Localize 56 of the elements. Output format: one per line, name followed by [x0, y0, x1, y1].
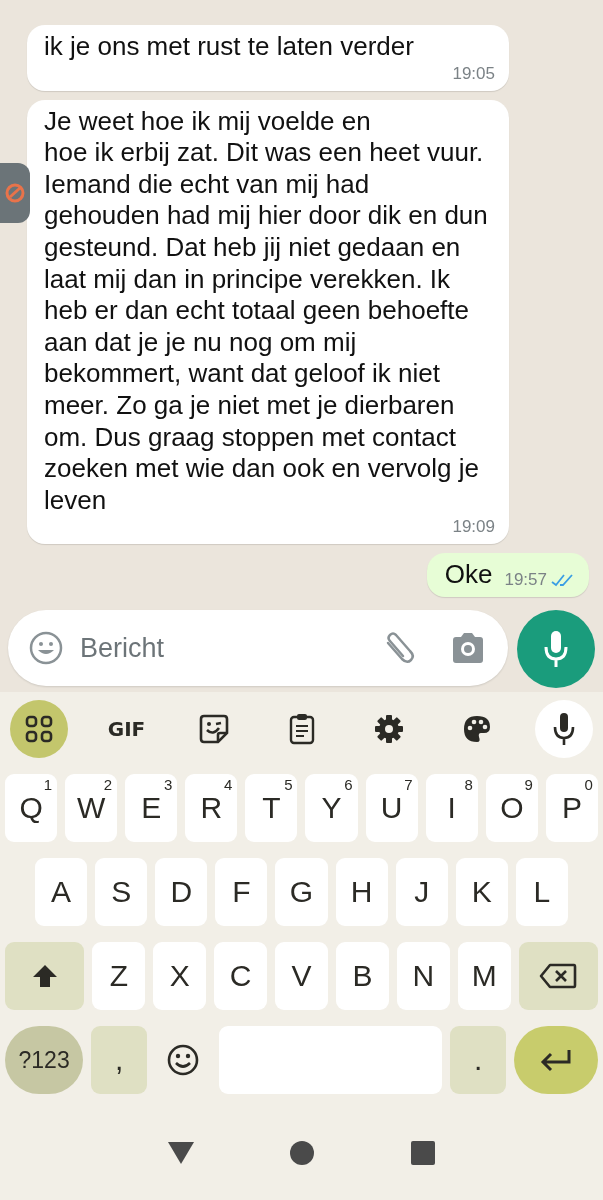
backspace-icon — [539, 963, 578, 989]
key[interactable]: S — [95, 858, 148, 926]
key[interactable]: Z — [92, 942, 146, 1010]
key[interactable]: A — [35, 858, 88, 926]
apps-button[interactable] — [10, 700, 68, 758]
arrow-up-icon — [31, 963, 58, 989]
key[interactable]: K — [455, 858, 508, 926]
key[interactable]: N — [396, 942, 450, 1010]
clipboard-icon — [287, 713, 316, 745]
message-time: 19:57 — [504, 569, 547, 591]
message-time: 19:05 — [452, 62, 495, 85]
message-time: 19:09 — [452, 516, 495, 539]
gif-button[interactable]: GIF — [97, 700, 156, 758]
key[interactable]: M — [457, 942, 511, 1010]
key[interactable]: L — [515, 858, 568, 926]
backspace-key[interactable] — [518, 942, 599, 1010]
key[interactable]: J — [395, 858, 448, 926]
key[interactable]: D — [155, 858, 208, 926]
recents-icon[interactable] — [409, 1140, 436, 1166]
grid-icon — [24, 714, 54, 744]
microphone-icon — [552, 712, 576, 746]
message-input[interactable]: Bericht — [78, 631, 366, 665]
message-text: Oke — [444, 559, 493, 591]
message-field[interactable]: Bericht — [8, 610, 508, 686]
key[interactable]: E 3 — [125, 774, 178, 842]
key[interactable]: O 9 — [485, 774, 538, 842]
shift-key[interactable] — [5, 942, 85, 1010]
camera-icon[interactable] — [450, 632, 486, 664]
emoji-icon[interactable] — [28, 630, 64, 666]
key[interactable]: V — [275, 942, 328, 1010]
sticker-icon — [198, 713, 230, 745]
home-icon[interactable] — [289, 1140, 316, 1166]
key[interactable]: G — [275, 858, 328, 926]
key[interactable]: P 0 — [545, 774, 598, 842]
key[interactable]: Y 6 — [305, 774, 358, 842]
back-icon[interactable] — [167, 1141, 196, 1165]
smiley-icon — [166, 1043, 200, 1077]
return-arrow-icon — [539, 1048, 574, 1072]
key[interactable]: R 4 — [185, 774, 238, 842]
key[interactable]: C — [214, 942, 268, 1010]
key[interactable]: U 7 — [365, 774, 418, 842]
message-text: ik je ons met rust te laten verder — [44, 31, 415, 63]
key[interactable]: , — [91, 1026, 148, 1094]
key[interactable]: W 2 — [65, 774, 118, 842]
symbols-key[interactable]: ?123 — [5, 1026, 84, 1094]
key[interactable]: . — [450, 1026, 507, 1094]
key[interactable]: I 8 — [425, 774, 478, 842]
palette-icon — [461, 714, 492, 744]
message-text: Je weet hoe ik mij voelde en hoe ik erbij zat. Dit was een heet vuur. Iemand die echt van mij had gehouden had mij hier door dik en dun gesteund. Dat heb jij niet gedaan en laat mij dan in principe verekken. Ik heb er dan echt totaal geen behoefte aan dat je je nu nog om mij bekommert, want dat geloof ik niet meer. Zo ga je niet met je dierbaren om. Dus graag stoppen met contact zoeken met wie dan ook en vervolg je leven — [44, 105, 489, 517]
key[interactable]: H — [335, 858, 388, 926]
key[interactable]: F — [215, 858, 268, 926]
key[interactable]: B — [335, 942, 389, 1010]
settings-icon — [374, 714, 404, 744]
key[interactable]: T 5 — [245, 774, 298, 842]
key[interactable]: Q 1 — [5, 774, 58, 842]
key[interactable]: X — [153, 942, 207, 1010]
